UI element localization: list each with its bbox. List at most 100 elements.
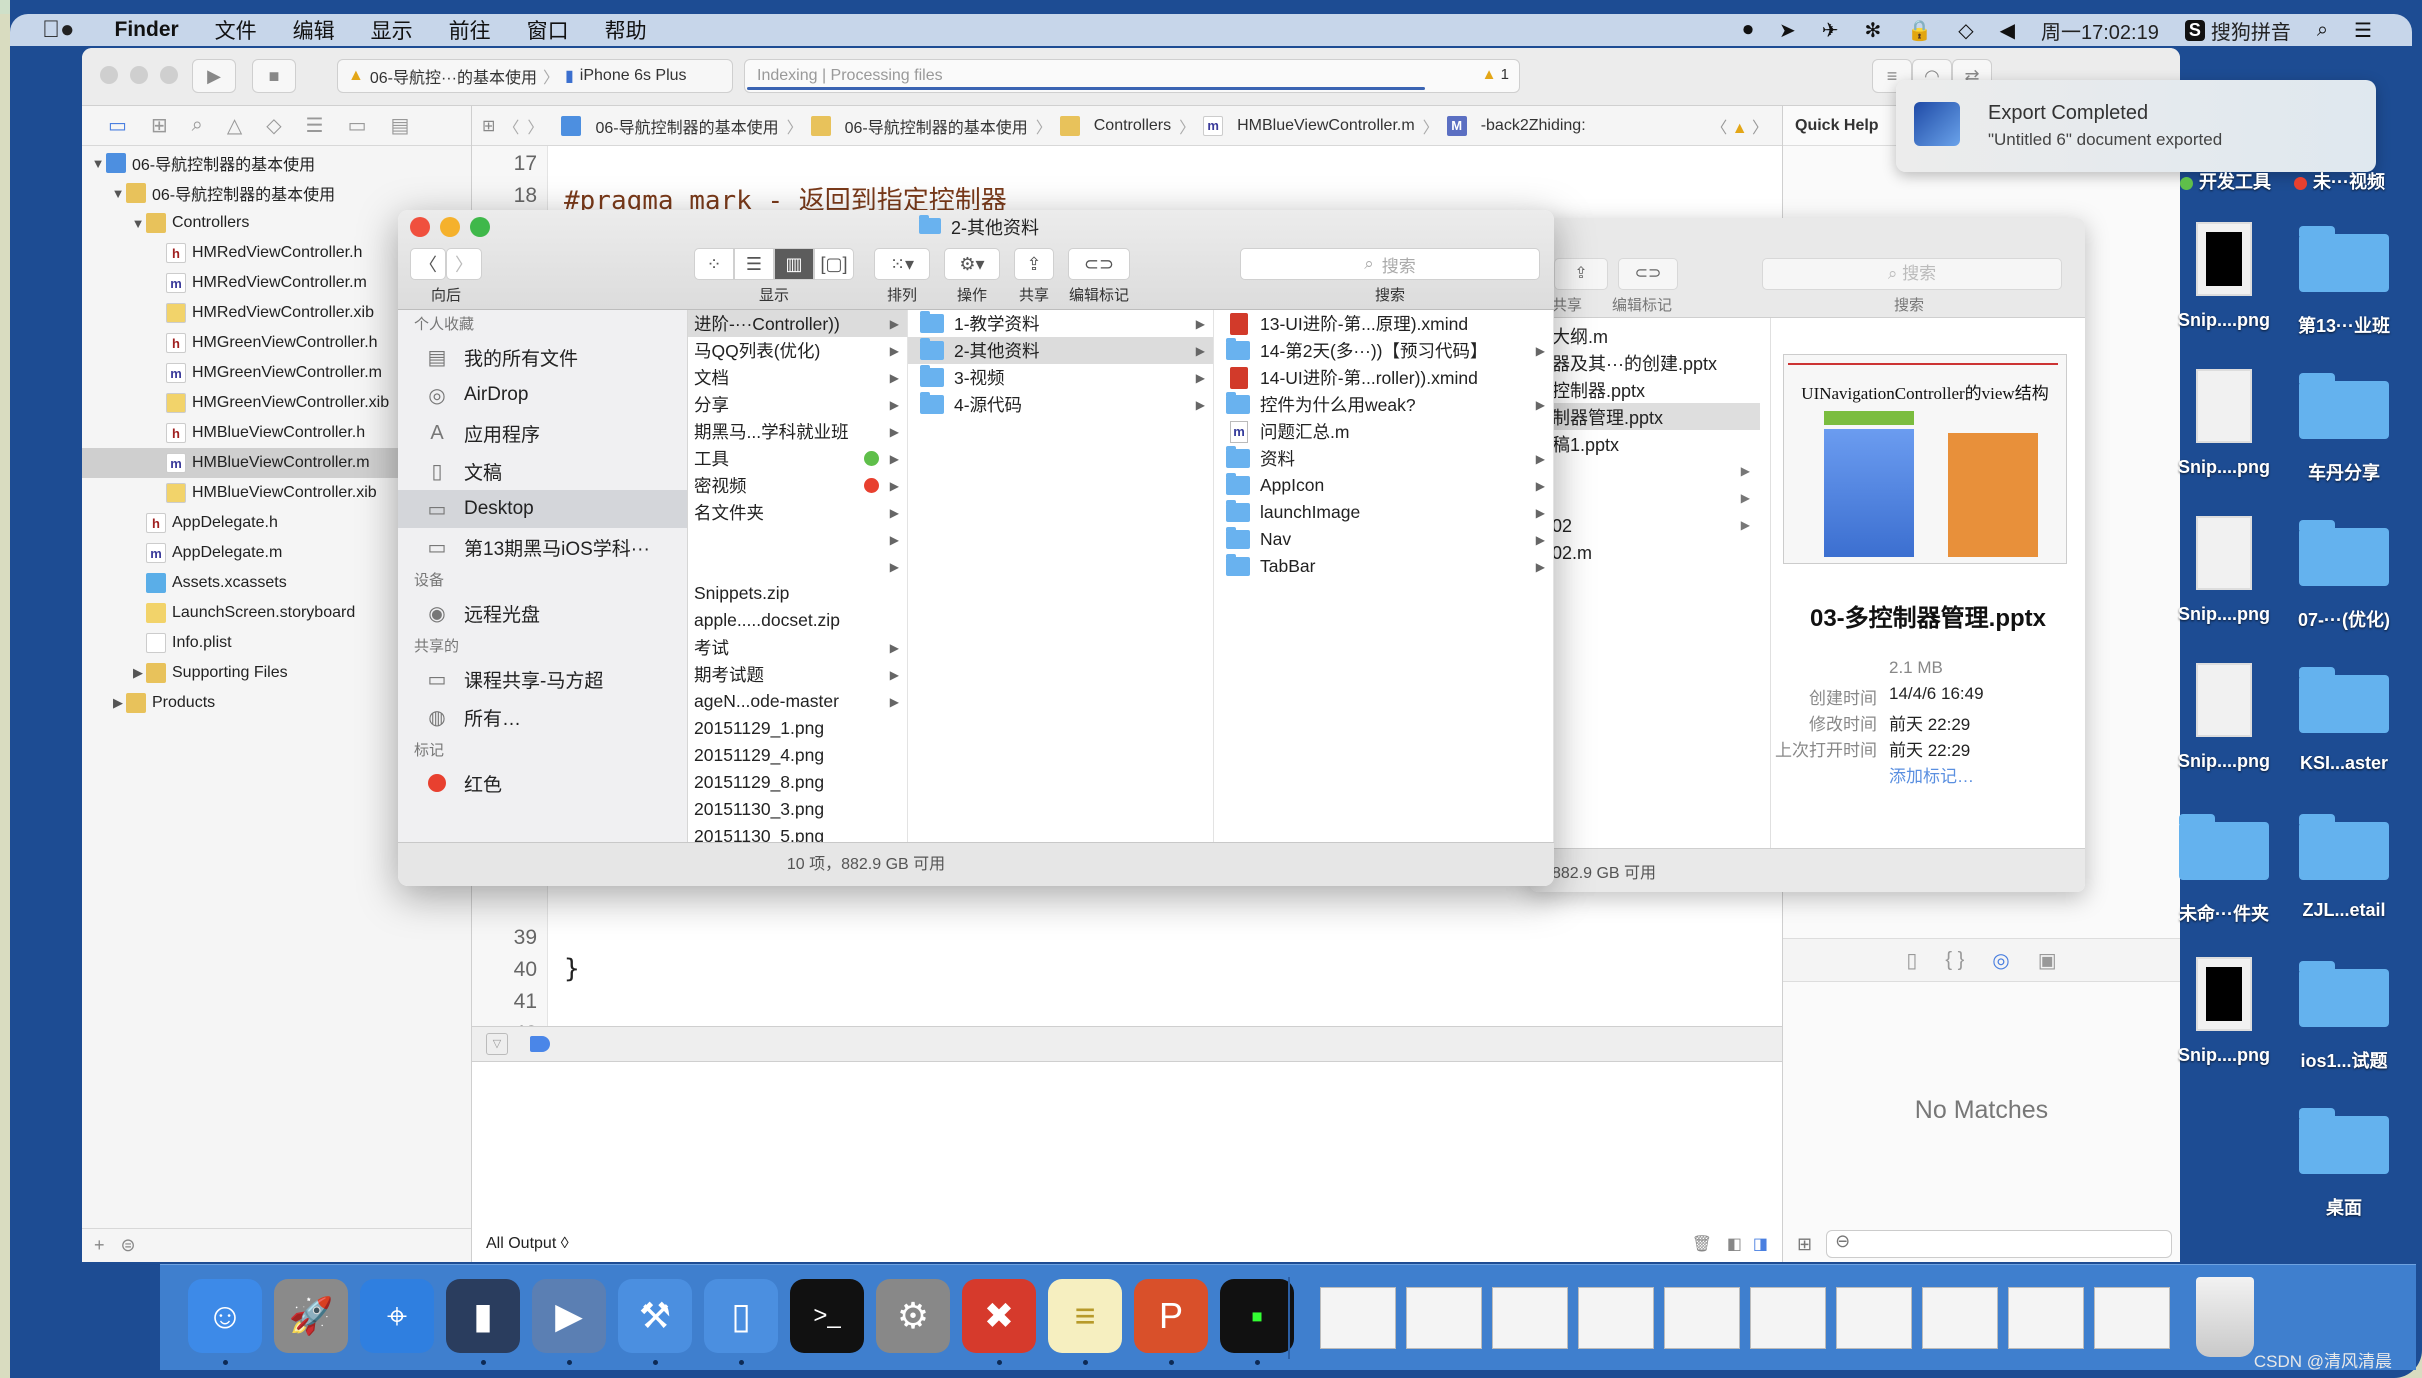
- lock-icon[interactable]: 🔒: [1907, 18, 1932, 43]
- volume-icon[interactable]: ◀: [2000, 18, 2015, 43]
- sidebar-item[interactable]: ▤ 我的所有文件: [398, 338, 687, 376]
- symbol-nav-icon[interactable]: ⊞: [151, 113, 168, 138]
- sidebar-item[interactable]: ◉ 远程光盘: [398, 594, 687, 632]
- file-row[interactable]: launchImage ▶: [1214, 499, 1553, 526]
- menu-go[interactable]: 前往: [449, 15, 491, 45]
- dock-app-finder[interactable]: ☺: [188, 1279, 262, 1353]
- column-view-button[interactable]: ▥: [774, 248, 814, 280]
- minimized-window-thumbnail[interactable]: [1578, 1287, 1654, 1349]
- add-file-icon[interactable]: +: [94, 1235, 105, 1256]
- dock-app-xmind[interactable]: ✖: [962, 1279, 1036, 1353]
- report-nav-icon[interactable]: ▤: [391, 113, 410, 138]
- notification-center-icon[interactable]: ☰: [2354, 18, 2372, 43]
- desktop-icon[interactable]: ios1...试题: [2284, 957, 2404, 1073]
- stop-button[interactable]: ■: [252, 59, 296, 93]
- file-row[interactable]: 分02.m: [1530, 538, 1760, 565]
- edit-tags-button[interactable]: ⊂⊃: [1618, 258, 1678, 290]
- icon-view-button[interactable]: ⁘: [694, 248, 734, 280]
- sidebar-item[interactable]: ▭ Desktop: [398, 490, 687, 528]
- file-row[interactable]: 密视频 ▶: [688, 472, 907, 499]
- minimized-window-thumbnail[interactable]: [1406, 1287, 1482, 1349]
- file-row[interactable]: 分02▶: [1530, 511, 1760, 538]
- file-row[interactable]: apple.....docset.zip: [688, 607, 907, 634]
- edit-tags-button[interactable]: ⊂⊃: [1068, 248, 1130, 280]
- desktop-icon[interactable]: ZJL...etail: [2284, 810, 2404, 921]
- file-row[interactable]: 文档 ▶: [688, 364, 907, 391]
- file-row[interactable]: 20151130_3.png: [688, 796, 907, 823]
- search-nav-icon[interactable]: ⌕: [192, 114, 203, 137]
- back-icon[interactable]: 〈: [503, 114, 519, 138]
- screen-record-icon[interactable]: ⏺: [1743, 19, 1753, 42]
- wifi-icon[interactable]: ◇: [1958, 18, 1973, 43]
- file-row[interactable]: 期考试题 ▶: [688, 661, 907, 688]
- sidebar-item[interactable]: ◍ 所有…: [398, 698, 687, 736]
- apple-menu-icon[interactable]: ●: [42, 16, 75, 44]
- location-icon[interactable]: ➤: [1779, 18, 1796, 43]
- jump-method[interactable]: -back2Zhiding:: [1481, 117, 1586, 135]
- file-template-icon[interactable]: ▯: [1906, 948, 1917, 973]
- sidebar-item[interactable]: ▯ 文稿: [398, 452, 687, 490]
- coverflow-view-button[interactable]: [▢]: [814, 248, 854, 280]
- dock-app-safari[interactable]: ⌖: [360, 1279, 434, 1353]
- file-row[interactable]: ageN...ode-master ▶: [688, 688, 907, 715]
- dock-app-system-preferences[interactable]: ⚙: [876, 1279, 950, 1353]
- run-button[interactable]: ▶: [192, 59, 236, 93]
- related-items-icon[interactable]: ⊞: [482, 116, 495, 136]
- desktop-icon[interactable]: 07-···(优化): [2284, 516, 2404, 632]
- desktop-icon[interactable]: 桌面: [2284, 1104, 2404, 1220]
- disclosure-triangle-icon[interactable]: ▼: [110, 186, 126, 201]
- desktop-icon[interactable]: 第13···业班: [2284, 222, 2404, 338]
- minimized-window-thumbnail[interactable]: [1836, 1287, 1912, 1349]
- menu-window[interactable]: 窗口: [527, 15, 569, 45]
- desktop-icon[interactable]: 未命···件夹: [2164, 810, 2284, 926]
- input-method[interactable]: S 搜狗拼音: [2184, 16, 2291, 45]
- sidebar-tag-item[interactable]: 红色: [398, 764, 687, 802]
- desktop-icon[interactable]: Snip....png: [2164, 957, 2284, 1066]
- dock-app-mouse-app[interactable]: ▮: [446, 1279, 520, 1353]
- file-row[interactable]: TabBar ▶: [1214, 553, 1553, 580]
- filter-icon[interactable]: ⊜: [121, 1235, 136, 1256]
- file-row[interactable]: AppIcon ▶: [1214, 472, 1553, 499]
- trash-icon[interactable]: [2196, 1277, 2254, 1357]
- menu-view[interactable]: 显示: [371, 15, 413, 45]
- file-row[interactable]: 2-其他资料 ▶: [908, 337, 1213, 364]
- split-left-icon[interactable]: ◧: [1727, 1234, 1742, 1254]
- file-row[interactable]: ▶: [1530, 457, 1760, 484]
- disclosure-triangle-icon[interactable]: ▶: [110, 695, 126, 711]
- issue-stepper[interactable]: 〈 ▲ 〉: [1711, 114, 1768, 138]
- file-row[interactable]: 控制器管理.pptx: [1530, 403, 1760, 430]
- minimized-window-thumbnail[interactable]: [1320, 1287, 1396, 1349]
- file-row[interactable]: 马QQ列表(优化) ▶: [688, 337, 907, 364]
- desktop-icon[interactable]: Snip....png: [2164, 369, 2284, 478]
- zoom-button[interactable]: [160, 66, 178, 84]
- minimized-window-thumbnail[interactable]: [1922, 1287, 1998, 1349]
- share-button[interactable]: ⇪: [1014, 248, 1054, 280]
- minimized-window-thumbnail[interactable]: [1750, 1287, 1826, 1349]
- minimize-button[interactable]: [130, 66, 148, 84]
- trash-icon[interactable]: 🗑: [1692, 1234, 1712, 1254]
- finder-window-back[interactable]: 料 ⇪ ⊂⊃ 共享 编辑标记 ⌕ 搜索 搜索 程大纲.m 制器及其···的创建.p…: [1530, 218, 2085, 892]
- dock-app-screenflow[interactable]: ▶: [532, 1279, 606, 1353]
- bluetooth-icon[interactable]: ✻: [1865, 18, 1882, 43]
- test-nav-icon[interactable]: ◇: [266, 113, 281, 138]
- minimized-window-thumbnail[interactable]: [1492, 1287, 1568, 1349]
- tree-item[interactable]: ▼ 06-导航控制器的基本使用: [82, 148, 471, 178]
- dock-app-notes[interactable]: ≡: [1048, 1279, 1122, 1353]
- dock-app-terminal[interactable]: >_: [790, 1279, 864, 1353]
- menu-edit[interactable]: 编辑: [293, 15, 335, 45]
- code-snippet-icon[interactable]: { }: [1945, 949, 1964, 972]
- desktop-icon[interactable]: Snip....png: [2164, 222, 2284, 331]
- file-row[interactable]: 13-UI进阶-第...原理).xmind: [1214, 310, 1553, 337]
- minimized-window-thumbnail[interactable]: [2008, 1287, 2084, 1349]
- dock-app-launchpad[interactable]: 🚀: [274, 1279, 348, 1353]
- file-row[interactable]: 文稿1.pptx: [1530, 430, 1760, 457]
- desktop-icon[interactable]: Snip....png: [2164, 663, 2284, 772]
- tree-item[interactable]: ▼ 06-导航控制器的基本使用: [82, 178, 471, 208]
- hide-debug-icon[interactable]: ▽: [486, 1033, 508, 1055]
- library-filter-input[interactable]: ⊖: [1826, 1230, 2172, 1258]
- file-row[interactable]: 控件为什么用weak? ▶: [1214, 391, 1553, 418]
- sidebar-item[interactable]: ▭ 第13期黑马iOS学科···: [398, 528, 687, 566]
- minimized-window-thumbnail[interactable]: [2094, 1287, 2170, 1349]
- scheme-selector[interactable]: ▲ 06-导航控···的基本使用 〉 ▮ iPhone 6s Plus: [337, 59, 733, 93]
- add-tags-link[interactable]: 添加标记…: [1889, 762, 1974, 787]
